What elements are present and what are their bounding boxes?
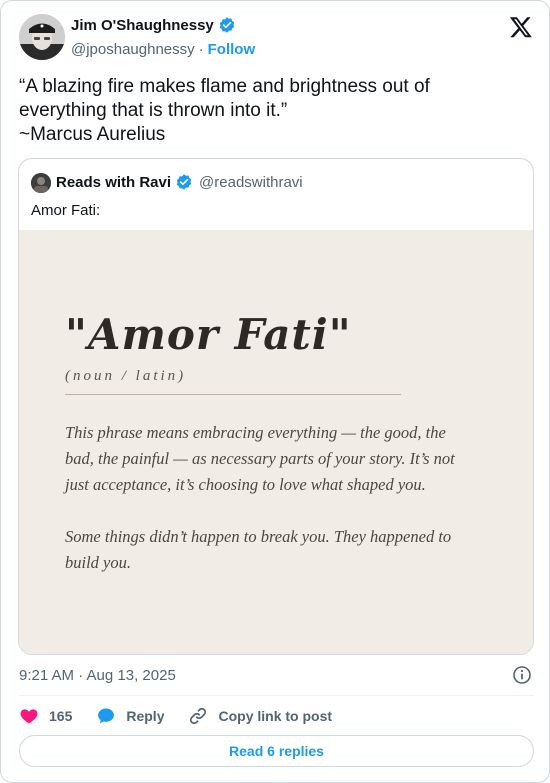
quoted-tweet[interactable]: Reads with Ravi @readswithravi Amor Fati… [18, 158, 534, 655]
follow-button[interactable]: Follow [208, 41, 256, 58]
read-replies-button[interactable]: Read 6 replies [19, 735, 534, 767]
like-button[interactable]: 165 [19, 706, 72, 726]
reply-button[interactable]: Reply [96, 706, 164, 726]
author-display-name[interactable]: Jim O'Shaughnessy [71, 17, 214, 34]
quoted-image[interactable]: "Amor Fati" (noun / latin) This phrase m… [19, 230, 533, 654]
link-icon [190, 707, 207, 725]
tweet-line: everything that is thrown into it.” [19, 100, 288, 121]
definition-line: Some things didn’t happen to break you. … [65, 527, 452, 546]
reply-bubble-icon [98, 708, 115, 724]
verified-badge-icon [219, 17, 234, 33]
quoted-handle[interactable]: @readswithravi [199, 174, 303, 191]
timestamp[interactable]: 9:21 AM · Aug 13, 2025 [19, 667, 176, 684]
definition-line: bad, the painful — as necessary parts of… [65, 449, 455, 468]
divider [19, 695, 534, 696]
avatar[interactable] [19, 14, 65, 60]
definition-divider [65, 394, 401, 395]
separator-dot: · [198, 41, 204, 58]
tweet-line: “A blazing fire makes flame and brightne… [19, 76, 430, 97]
tweet-text: “A blazing fire makes flame and brightne… [19, 75, 534, 147]
tweet-line: ~Marcus Aurelius [19, 124, 166, 145]
copy-link-button[interactable]: Copy link to post [188, 706, 332, 726]
action-bar: 165 Reply Copy link to post [19, 705, 356, 727]
verified-badge-icon [176, 174, 192, 190]
quoted-display-name[interactable]: Reads with Ravi [56, 174, 171, 191]
author-handle[interactable]: @jposhaughnessy [71, 41, 195, 58]
reply-label: Reply [126, 708, 165, 724]
definition-body: This phrase means embracing everything —… [65, 420, 505, 576]
info-icon[interactable] [512, 665, 532, 685]
definition-line: This phrase means embracing everything —… [65, 423, 446, 442]
quoted-text: Amor Fati: [31, 202, 101, 219]
definition-subtitle: (noun / latin) [65, 368, 187, 384]
x-logo-icon[interactable] [509, 15, 533, 39]
copy-link-label: Copy link to post [218, 708, 333, 724]
like-count: 165 [49, 708, 73, 724]
tweet-embed-card: Jim O'Shaughnessy @jposhaughnessy · Foll… [0, 0, 550, 783]
quoted-avatar[interactable] [31, 173, 51, 193]
definition-title: "Amor Fati" [65, 310, 352, 359]
heart-icon [20, 709, 38, 724]
definition-line: just acceptance, it’s choosing to love w… [65, 475, 426, 494]
definition-line: build you. [65, 553, 131, 572]
